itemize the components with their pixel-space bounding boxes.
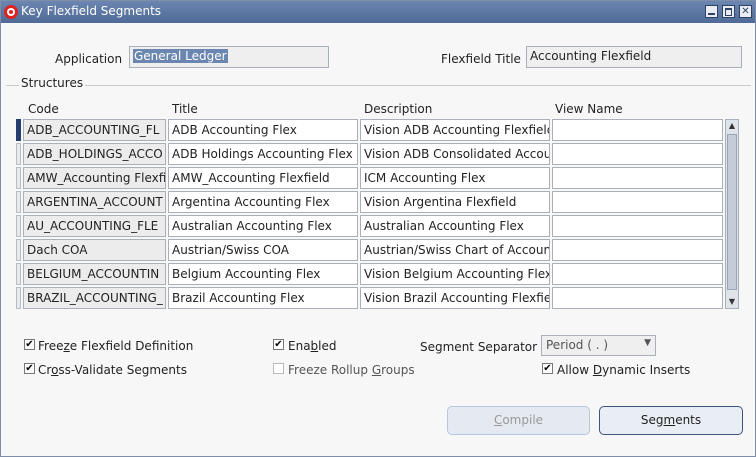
row-indicator[interactable]: [16, 287, 21, 309]
description-cell[interactable]: Austrian/Swiss Chart of Account: [360, 239, 550, 261]
flexfield-title-field[interactable]: Accounting Flexfield: [526, 46, 742, 68]
row-indicator[interactable]: [16, 143, 21, 165]
enabled-label: Enabled: [288, 339, 337, 353]
title-cell[interactable]: Belgium Accounting Flex: [168, 263, 358, 285]
title-cell[interactable]: ADB Holdings Accounting Flex: [168, 143, 358, 165]
description-cell[interactable]: Vision Argentina Flexfield: [360, 191, 550, 213]
oracle-logo-icon: [4, 5, 18, 19]
view-name-cell[interactable]: [552, 215, 723, 237]
freeze-rollup-groups-label: Freeze Rollup Groups: [288, 363, 415, 377]
application-label: Application: [55, 52, 123, 66]
application-field[interactable]: General Ledger: [129, 46, 329, 68]
freeze-flexfield-definition-label: Freeze Flexfield Definition: [38, 339, 194, 353]
description-cell[interactable]: Vision ADB Accounting Flexfield: [360, 119, 550, 141]
row-indicator[interactable]: [16, 191, 21, 213]
close-icon[interactable]: ✕: [739, 5, 752, 18]
scroll-up-arrow-icon[interactable]: ▲: [726, 120, 738, 132]
title-cell[interactable]: ADB Accounting Flex: [168, 119, 358, 141]
column-header-view-name: View Name: [555, 102, 623, 116]
freeze-rollup-groups-checkbox[interactable]: [273, 363, 284, 374]
row-indicator[interactable]: [16, 167, 21, 189]
segment-separator-label: Segment Separator: [420, 340, 538, 354]
title-cell[interactable]: AMW_Accounting Flexfield: [168, 167, 358, 189]
description-cell[interactable]: ICM Accounting Flex: [360, 167, 550, 189]
title-cell[interactable]: Austrian/Swiss COA: [168, 239, 358, 261]
column-header-description: Description: [364, 102, 433, 116]
minimize-button[interactable]: [705, 5, 718, 18]
description-cell[interactable]: Australian Accounting Flex: [360, 215, 550, 237]
code-cell[interactable]: AU_ACCOUNTING_FLE: [23, 215, 166, 237]
view-name-cell[interactable]: [552, 143, 723, 165]
code-cell[interactable]: AMW_Accounting Flexfi: [23, 167, 166, 189]
view-name-cell[interactable]: [552, 119, 723, 141]
view-name-cell[interactable]: [552, 263, 723, 285]
scrollbar-thumb[interactable]: [727, 134, 737, 290]
enabled-checkbox[interactable]: ✔: [273, 339, 284, 350]
compile-button[interactable]: Compile: [447, 406, 590, 435]
title-cell[interactable]: Australian Accounting Flex: [168, 215, 358, 237]
row-indicator[interactable]: [16, 119, 21, 141]
column-header-code: Code: [28, 102, 59, 116]
window-title: Key Flexfield Segments: [21, 4, 162, 18]
view-name-cell[interactable]: [552, 167, 723, 189]
view-name-cell[interactable]: [552, 239, 723, 261]
description-cell[interactable]: Vision ADB Consolidated Accou: [360, 143, 550, 165]
allow-dynamic-inserts-label: Allow Dynamic Inserts: [557, 363, 691, 377]
segments-button[interactable]: Segments: [599, 406, 743, 435]
title-cell[interactable]: Brazil Accounting Flex: [168, 287, 358, 309]
cross-validate-segments-checkbox[interactable]: ✔: [24, 363, 35, 374]
row-indicator[interactable]: [16, 239, 21, 261]
column-header-title: Title: [172, 102, 198, 116]
view-name-cell[interactable]: [552, 191, 723, 213]
allow-dynamic-inserts-checkbox[interactable]: ✔: [542, 363, 553, 374]
code-cell[interactable]: BELGIUM_ACCOUNTIN: [23, 263, 166, 285]
code-cell[interactable]: BRAZIL_ACCOUNTING_: [23, 287, 166, 309]
title-cell[interactable]: Argentina Accounting Flex: [168, 191, 358, 213]
key-flexfield-segments-window: Key Flexfield Segments ✕ Application Gen…: [0, 0, 756, 457]
code-cell[interactable]: ADB_ACCOUNTING_FL: [23, 119, 166, 141]
code-cell[interactable]: ADB_HOLDINGS_ACCO: [23, 143, 166, 165]
flexfield-title-label: Flexfield Title: [441, 52, 521, 66]
maximize-button[interactable]: [722, 5, 735, 18]
application-value: General Ledger: [133, 49, 228, 63]
scroll-down-arrow-icon[interactable]: ▼: [726, 296, 738, 308]
title-bar: Key Flexfield Segments ✕: [1, 1, 755, 23]
description-cell[interactable]: Vision Belgium Accounting Flex: [360, 263, 550, 285]
structures-label: Structures: [19, 76, 86, 90]
cross-validate-segments-label: Cross-Validate Segments: [38, 363, 187, 377]
row-indicator[interactable]: [16, 263, 21, 285]
code-cell[interactable]: Dach COA: [23, 239, 166, 261]
description-cell[interactable]: Vision Brazil Accounting Flexfiel: [360, 287, 550, 309]
segment-separator-select[interactable]: Period ( . ) ▼: [541, 335, 656, 356]
structures-scrollbar[interactable]: ▲ ▼: [725, 119, 739, 309]
view-name-cell[interactable]: [552, 287, 723, 309]
segment-separator-value: Period ( . ): [546, 338, 609, 352]
chevron-down-icon: ▼: [644, 338, 651, 348]
row-indicator[interactable]: [16, 215, 21, 237]
code-cell[interactable]: ARGENTINA_ACCOUNT: [23, 191, 166, 213]
freeze-flexfield-definition-checkbox[interactable]: ✔: [24, 339, 35, 350]
